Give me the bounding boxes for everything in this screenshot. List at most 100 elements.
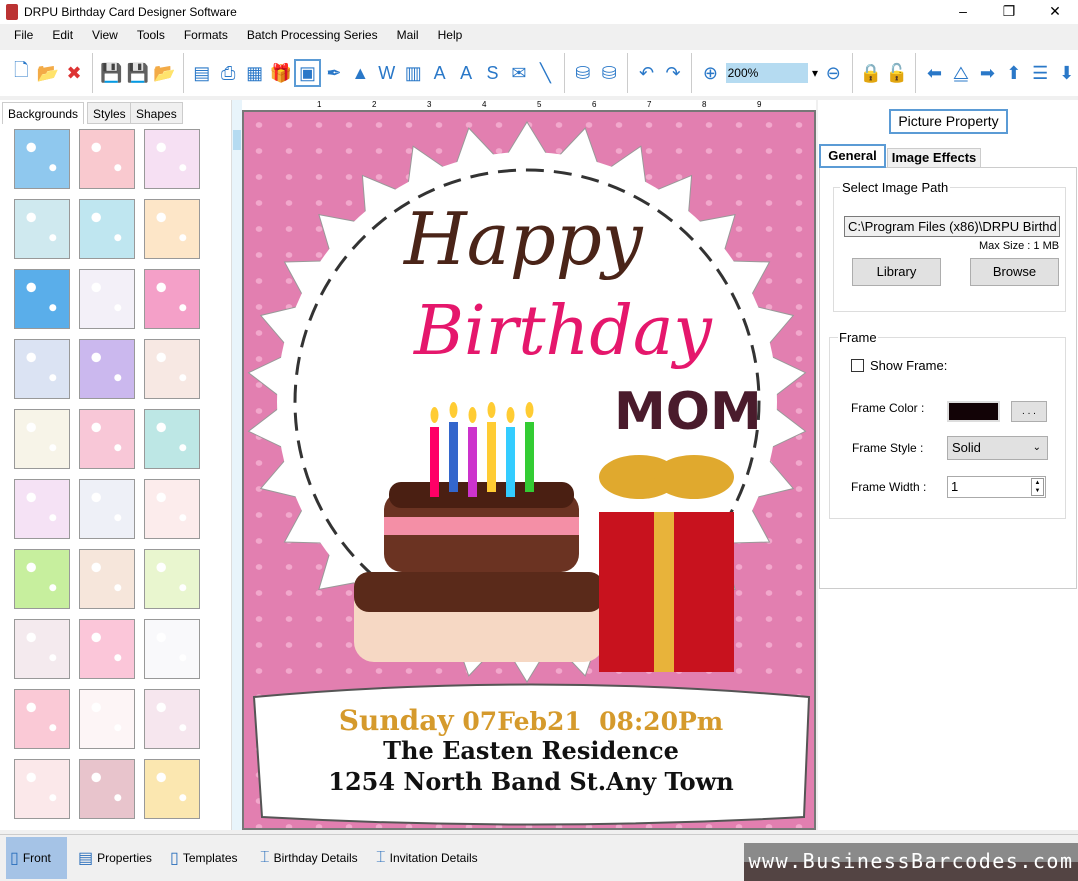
database2-button[interactable]: ⛁ bbox=[598, 61, 620, 85]
background-thumbnail[interactable] bbox=[14, 619, 70, 679]
background-thumbnail[interactable] bbox=[144, 619, 200, 679]
image-path-input[interactable]: C:\Program Files (x86)\DRPU Birthd bbox=[844, 216, 1060, 237]
flip-button[interactable]: ⧋ bbox=[950, 61, 972, 85]
gift-button[interactable]: 🎁 bbox=[270, 61, 292, 85]
mail-button[interactable]: ✉ bbox=[508, 61, 530, 85]
menu-batch[interactable]: Batch Processing Series bbox=[247, 28, 378, 42]
background-thumbnail[interactable] bbox=[79, 479, 135, 539]
background-thumbnail[interactable] bbox=[144, 689, 200, 749]
background-thumbnail[interactable] bbox=[79, 759, 135, 819]
shapes-button[interactable]: ▲ bbox=[349, 61, 371, 85]
close-button[interactable]: ✖ bbox=[63, 61, 85, 85]
print-button[interactable]: ⎙ bbox=[217, 61, 239, 85]
card-text-mom[interactable]: MOM bbox=[614, 382, 762, 442]
properties-button[interactable]: ▤ bbox=[191, 61, 213, 85]
lock-button[interactable]: 🔒 bbox=[859, 61, 881, 85]
background-thumbnail[interactable] bbox=[144, 129, 200, 189]
print-preview-button[interactable]: ▦ bbox=[243, 61, 265, 85]
background-thumbnail[interactable] bbox=[79, 549, 135, 609]
background-thumbnail[interactable] bbox=[14, 759, 70, 819]
menu-edit[interactable]: Edit bbox=[52, 28, 73, 42]
background-thumbnail[interactable] bbox=[144, 409, 200, 469]
tab-invitation-details[interactable]: ⌶ Invitation Details bbox=[372, 837, 482, 879]
card-date-day[interactable]: Sunday bbox=[339, 704, 454, 737]
background-thumbnail[interactable] bbox=[79, 199, 135, 259]
wordart-button[interactable]: W bbox=[376, 61, 398, 85]
pen-button[interactable]: ✒ bbox=[323, 61, 345, 85]
card-text-birthday[interactable]: Birthday bbox=[414, 292, 712, 371]
tab-styles[interactable]: Styles bbox=[87, 102, 132, 124]
tab-image-effects[interactable]: Image Effects bbox=[887, 148, 981, 168]
show-frame-checkbox[interactable] bbox=[851, 359, 864, 372]
arrow-left-button[interactable]: ⬅ bbox=[923, 61, 945, 85]
tab-shapes[interactable]: Shapes bbox=[130, 102, 183, 124]
arrow-right-button[interactable]: ➡ bbox=[976, 61, 998, 85]
background-thumbnail[interactable] bbox=[14, 199, 70, 259]
menu-file[interactable]: File bbox=[14, 28, 33, 42]
background-thumbnail[interactable] bbox=[14, 129, 70, 189]
export-button[interactable]: 📂 bbox=[153, 61, 175, 85]
background-thumbnail[interactable] bbox=[144, 199, 200, 259]
chevron-down-icon[interactable]: ▾ bbox=[812, 66, 818, 80]
background-thumbnail[interactable] bbox=[14, 689, 70, 749]
tab-templates[interactable]: ▯ Templates bbox=[166, 837, 242, 879]
background-thumbnail[interactable] bbox=[79, 619, 135, 679]
background-thumbnail[interactable] bbox=[144, 269, 200, 329]
menu-formats[interactable]: Formats bbox=[184, 28, 228, 42]
birthday-card[interactable]: Happy Birthday MOM Sunday 07Feb21 08:20P… bbox=[242, 110, 816, 830]
card-address2[interactable]: 1254 North Band St.Any Town bbox=[244, 767, 814, 796]
arrow-up-button[interactable]: ⬆ bbox=[1003, 61, 1025, 85]
new-button[interactable]: 🗋 bbox=[10, 60, 32, 85]
undo-button[interactable]: ↶ bbox=[635, 61, 657, 85]
frame-color-swatch[interactable] bbox=[947, 401, 1000, 422]
background-thumbnail[interactable] bbox=[14, 269, 70, 329]
background-thumbnail[interactable] bbox=[79, 689, 135, 749]
frame-color-more-button[interactable]: . . . bbox=[1011, 401, 1047, 422]
frame-width-stepper[interactable]: 1 ▲ ▼ bbox=[947, 476, 1046, 498]
frame-style-select[interactable]: Solid ⌄ bbox=[947, 436, 1048, 460]
library-button[interactable]: Library bbox=[852, 258, 941, 286]
maximize-button[interactable]: ❐ bbox=[986, 0, 1032, 24]
card-text-happy[interactable]: Happy bbox=[404, 197, 643, 281]
background-thumbnail[interactable] bbox=[144, 479, 200, 539]
database-button[interactable]: ⛁ bbox=[572, 61, 594, 85]
tab-backgrounds[interactable]: Backgrounds bbox=[2, 102, 85, 124]
close-button[interactable]: ✕ bbox=[1032, 0, 1078, 24]
menu-help[interactable]: Help bbox=[438, 28, 463, 42]
background-thumbnail[interactable] bbox=[144, 759, 200, 819]
zoom-level-select[interactable]: 200% bbox=[725, 63, 809, 83]
browse-button[interactable]: Browse bbox=[970, 258, 1059, 286]
zoom-in-button[interactable]: ⊕ bbox=[699, 61, 721, 85]
menu-mail[interactable]: Mail bbox=[397, 28, 419, 42]
open-button[interactable]: 📂 bbox=[36, 61, 58, 85]
tab-birthday-details[interactable]: ⌶ Birthday Details bbox=[256, 837, 362, 879]
line-button[interactable]: ╲ bbox=[534, 61, 556, 85]
tab-properties[interactable]: ▤ Properties bbox=[74, 837, 156, 879]
background-thumbnail[interactable] bbox=[144, 549, 200, 609]
background-thumbnail[interactable] bbox=[79, 129, 135, 189]
background-thumbnail[interactable] bbox=[79, 269, 135, 329]
insert-image-button[interactable]: ▣ bbox=[294, 59, 321, 87]
signature-button[interactable]: S bbox=[481, 61, 503, 85]
vertical-scrollbar[interactable] bbox=[232, 100, 242, 830]
card-address1[interactable]: The Easten Residence bbox=[244, 736, 814, 765]
text-button[interactable]: A bbox=[428, 61, 450, 85]
tab-general[interactable]: General bbox=[819, 144, 886, 168]
zoom-out-button[interactable]: ⊖ bbox=[822, 61, 844, 85]
save-button[interactable]: 💾 bbox=[100, 61, 122, 85]
arrow-down-button[interactable]: ⬇ bbox=[1055, 61, 1077, 85]
background-thumbnail[interactable] bbox=[14, 409, 70, 469]
card-date-time[interactable]: 07Feb21 08:20Pm bbox=[462, 707, 723, 736]
menu-tools[interactable]: Tools bbox=[137, 28, 165, 42]
spinner-icon[interactable]: ▲ ▼ bbox=[1031, 478, 1044, 496]
unlock-button[interactable]: 🔓 bbox=[886, 61, 908, 85]
redo-button[interactable]: ↷ bbox=[662, 61, 684, 85]
background-thumbnail[interactable] bbox=[79, 339, 135, 399]
align-button[interactable]: ☰ bbox=[1029, 61, 1051, 85]
tab-front[interactable]: ▯ Front bbox=[6, 837, 67, 879]
background-thumbnail[interactable] bbox=[79, 409, 135, 469]
minimize-button[interactable]: – bbox=[940, 0, 986, 24]
barcode-button[interactable]: ▥ bbox=[402, 61, 424, 85]
background-thumbnail[interactable] bbox=[14, 339, 70, 399]
background-thumbnail[interactable] bbox=[144, 339, 200, 399]
